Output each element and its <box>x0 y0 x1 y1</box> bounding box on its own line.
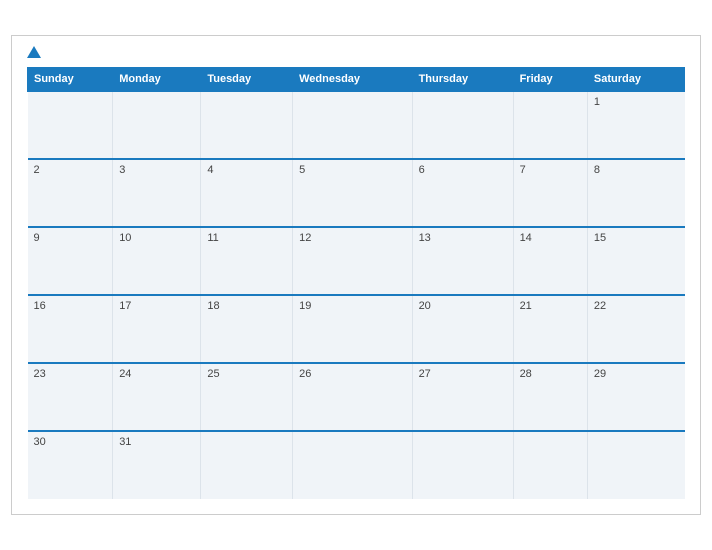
day-header-monday: Monday <box>113 68 201 92</box>
day-number: 13 <box>419 232 431 244</box>
calendar-table: SundayMondayTuesdayWednesdayThursdayFrid… <box>27 67 685 499</box>
day-number: 7 <box>520 164 526 176</box>
day-cell <box>513 91 587 159</box>
day-number: 2 <box>34 164 40 176</box>
day-number: 4 <box>207 164 213 176</box>
day-number: 28 <box>520 368 532 380</box>
day-cell: 25 <box>201 363 293 431</box>
day-number: 15 <box>594 232 606 244</box>
day-cell <box>293 431 412 499</box>
calendar-thead: SundayMondayTuesdayWednesdayThursdayFrid… <box>28 68 685 92</box>
day-cell: 19 <box>293 295 412 363</box>
day-cell: 27 <box>412 363 513 431</box>
day-number: 18 <box>207 300 219 312</box>
day-header-wednesday: Wednesday <box>293 68 412 92</box>
day-number: 6 <box>419 164 425 176</box>
week-row-4: 23 24 25 26 27 28 29 <box>28 363 685 431</box>
day-number: 12 <box>299 232 311 244</box>
day-cell <box>412 91 513 159</box>
day-number: 11 <box>207 232 218 244</box>
day-cell: 26 <box>293 363 412 431</box>
day-cell: 2 <box>28 159 113 227</box>
day-cell: 22 <box>587 295 684 363</box>
day-number: 9 <box>34 232 40 244</box>
day-number: 17 <box>119 300 131 312</box>
day-cell: 14 <box>513 227 587 295</box>
day-number: 14 <box>520 232 532 244</box>
day-cell <box>201 431 293 499</box>
day-cell: 30 <box>28 431 113 499</box>
day-cell: 29 <box>587 363 684 431</box>
day-cell <box>113 91 201 159</box>
day-number: 1 <box>594 96 600 108</box>
day-cell <box>587 431 684 499</box>
day-number: 22 <box>594 300 606 312</box>
week-row-1: 2 3 4 5 6 7 8 <box>28 159 685 227</box>
day-cell: 28 <box>513 363 587 431</box>
day-cell: 3 <box>113 159 201 227</box>
day-header-friday: Friday <box>513 68 587 92</box>
day-cell: 18 <box>201 295 293 363</box>
day-cell <box>201 91 293 159</box>
day-header-tuesday: Tuesday <box>201 68 293 92</box>
day-number: 10 <box>119 232 131 244</box>
day-number: 26 <box>299 368 311 380</box>
day-number: 20 <box>419 300 431 312</box>
logo <box>27 46 43 59</box>
day-cell: 31 <box>113 431 201 499</box>
day-number: 29 <box>594 368 606 380</box>
week-row-5: 30 31 <box>28 431 685 499</box>
logo-blue-text <box>27 46 43 59</box>
day-number: 30 <box>34 436 46 448</box>
day-cell: 11 <box>201 227 293 295</box>
week-row-2: 9 10 11 12 13 14 15 <box>28 227 685 295</box>
day-number: 8 <box>594 164 600 176</box>
day-cell: 9 <box>28 227 113 295</box>
day-cell: 12 <box>293 227 412 295</box>
calendar-body: 1234567891011121314151617181920212223242… <box>28 91 685 499</box>
day-cell: 16 <box>28 295 113 363</box>
day-cell <box>293 91 412 159</box>
day-header-saturday: Saturday <box>587 68 684 92</box>
day-cell: 21 <box>513 295 587 363</box>
week-row-3: 16 17 18 19 20 21 22 <box>28 295 685 363</box>
day-number: 19 <box>299 300 311 312</box>
day-cell <box>28 91 113 159</box>
day-cell: 8 <box>587 159 684 227</box>
day-cell: 13 <box>412 227 513 295</box>
day-cell: 7 <box>513 159 587 227</box>
day-cell: 20 <box>412 295 513 363</box>
day-number: 21 <box>520 300 532 312</box>
day-cell <box>513 431 587 499</box>
day-cell: 24 <box>113 363 201 431</box>
day-cell <box>412 431 513 499</box>
day-cell: 23 <box>28 363 113 431</box>
day-cell: 5 <box>293 159 412 227</box>
day-header-sunday: Sunday <box>28 68 113 92</box>
calendar-header <box>27 46 685 59</box>
day-number: 25 <box>207 368 219 380</box>
logo-triangle-icon <box>27 46 41 58</box>
day-number: 31 <box>119 436 131 448</box>
day-cell: 17 <box>113 295 201 363</box>
calendar: SundayMondayTuesdayWednesdayThursdayFrid… <box>11 35 701 515</box>
day-cell: 15 <box>587 227 684 295</box>
day-cell: 1 <box>587 91 684 159</box>
day-cell: 10 <box>113 227 201 295</box>
days-header-row: SundayMondayTuesdayWednesdayThursdayFrid… <box>28 68 685 92</box>
day-number: 23 <box>34 368 46 380</box>
day-number: 5 <box>299 164 305 176</box>
day-header-thursday: Thursday <box>412 68 513 92</box>
day-number: 16 <box>34 300 46 312</box>
day-number: 24 <box>119 368 131 380</box>
day-cell: 6 <box>412 159 513 227</box>
day-number: 27 <box>419 368 431 380</box>
day-cell: 4 <box>201 159 293 227</box>
week-row-0: 1 <box>28 91 685 159</box>
day-number: 3 <box>119 164 125 176</box>
